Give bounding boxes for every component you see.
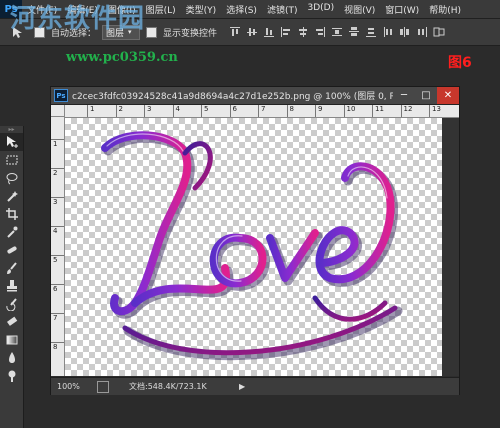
crop-tool-icon[interactable] [0, 205, 23, 223]
tools-panel: ▸▸ [0, 126, 24, 428]
close-button[interactable]: ✕ [437, 87, 459, 104]
move-tool-icon[interactable] [0, 133, 23, 151]
marquee-tool-icon[interactable] [0, 151, 23, 169]
ruler-tick-label: 11 [372, 105, 384, 117]
blur-tool-icon[interactable] [0, 349, 23, 367]
ruler-tick-label: 1 [87, 105, 94, 117]
vertical-ruler[interactable]: 1 2 3 4 5 6 7 8 [51, 117, 65, 376]
distribute-bottom-icon[interactable] [365, 26, 377, 38]
distribute-hcenter-icon[interactable] [399, 26, 411, 38]
status-menu-arrow-icon[interactable]: ▶ [239, 382, 245, 391]
ruler-tick-label: 1 [51, 139, 64, 148]
gradient-tool-icon[interactable] [0, 331, 23, 349]
align-bottom-icon[interactable] [263, 26, 275, 38]
ruler-tick-label: 2 [51, 168, 64, 177]
status-bar: 100% 文档:548.4K/723.1K ▶ [51, 377, 459, 395]
ruler-tick-label: 4 [51, 226, 64, 235]
horizontal-ruler[interactable]: 1 2 3 4 5 6 7 8 9 10 11 12 13 [65, 105, 459, 118]
eraser-icon[interactable] [0, 313, 23, 331]
love-lettering-image [101, 131, 403, 361]
maximize-icon: □ [421, 90, 431, 101]
ruler-tick-label: 3 [51, 197, 64, 206]
menu-item[interactable]: 3D(D) [302, 3, 339, 16]
distribute-right-icon[interactable] [416, 26, 428, 38]
show-transform-label: 显示变换控件 [163, 28, 218, 39]
watermark-site-name: 河东软件园 [10, 4, 146, 34]
document-title: c2cec3fdfc03924528c41a9d8694a4c27d1e252b… [72, 92, 393, 102]
show-transform-checkbox[interactable] [146, 26, 158, 38]
magic-wand-icon[interactable] [0, 187, 23, 205]
ruler-tick-label: 13 [429, 105, 441, 117]
clone-stamp-icon[interactable] [0, 277, 23, 295]
menu-item[interactable]: 类型(Y) [181, 3, 222, 16]
ruler-tick-label: 8 [286, 105, 294, 117]
align-buttons [229, 26, 445, 38]
close-icon: ✕ [443, 90, 453, 101]
menu-item[interactable]: 视图(V) [339, 3, 380, 16]
minimize-icon: ─ [400, 90, 408, 101]
menu-item[interactable]: 选择(S) [221, 3, 262, 16]
ruler-tick-label: 7 [258, 105, 265, 117]
healing-brush-icon[interactable] [0, 241, 23, 259]
menu-item[interactable]: 帮助(H) [424, 3, 466, 16]
maximize-button[interactable]: □ [415, 87, 437, 104]
align-right-icon[interactable] [314, 26, 326, 38]
distribute-top-icon[interactable] [331, 26, 343, 38]
ruler-tick-label: 4 [172, 105, 180, 117]
distribute-left-icon[interactable] [382, 26, 394, 38]
ruler-tick-label: 5 [201, 105, 208, 117]
document-info[interactable]: 文档:548.4K/723.1K [129, 381, 239, 392]
lasso-tool-icon[interactable] [0, 169, 23, 187]
photoshop-doc-icon: Ps [54, 89, 68, 102]
ruler-tick-label: 2 [115, 105, 123, 117]
eyedropper-icon[interactable] [0, 223, 23, 241]
watermark-url: www.pc0359.cn [66, 50, 178, 65]
document-canvas[interactable] [65, 118, 442, 376]
align-hcenter-icon[interactable] [297, 26, 309, 38]
align-top-icon[interactable] [229, 26, 241, 38]
ruler-tick-label: 9 [315, 105, 322, 117]
ruler-tick-label: 6 [229, 105, 237, 117]
ruler-tick-label: 5 [51, 255, 64, 264]
panel-grip-icon[interactable]: ▸▸ [0, 126, 23, 133]
menu-item[interactable]: 窗口(W) [380, 3, 424, 16]
minimize-button[interactable]: ─ [393, 87, 415, 104]
auto-align-icon[interactable] [433, 26, 445, 38]
figure-label: 图6 [448, 55, 472, 71]
ruler-tick-label: 3 [144, 105, 151, 117]
ruler-tick-label: 8 [51, 342, 64, 351]
ruler-tick-label: 12 [400, 105, 412, 117]
align-vcenter-icon[interactable] [246, 26, 258, 38]
ruler-tick-label: 6 [51, 284, 64, 293]
vertical-scrollbar[interactable] [442, 118, 459, 376]
export-icon[interactable] [97, 380, 109, 393]
document-titlebar[interactable]: Ps c2cec3fdfc03924528c41a9d8694a4c27d1e2… [51, 87, 459, 105]
brush-tool-icon[interactable] [0, 259, 23, 277]
menu-item[interactable]: 滤镜(T) [262, 3, 303, 16]
zoom-level[interactable]: 100% [51, 382, 97, 391]
history-brush-icon[interactable] [0, 295, 23, 313]
ruler-tick-label: 7 [51, 313, 64, 322]
ruler-corner[interactable] [51, 105, 65, 117]
ruler-tick-label: 10 [343, 105, 355, 117]
dodge-tool-icon[interactable] [0, 367, 23, 385]
document-window: Ps c2cec3fdfc03924528c41a9d8694a4c27d1e2… [50, 86, 460, 395]
align-left-icon[interactable] [280, 26, 292, 38]
distribute-vcenter-icon[interactable] [348, 26, 360, 38]
menu-item[interactable]: 图层(L) [141, 3, 181, 16]
